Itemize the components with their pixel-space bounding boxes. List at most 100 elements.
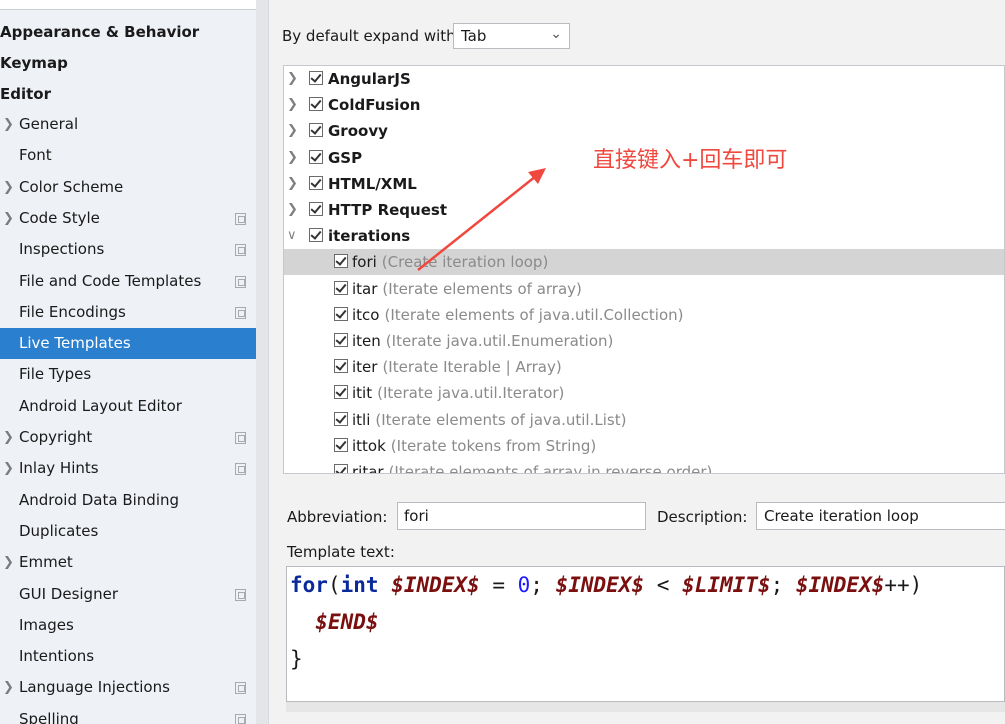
group-checkbox[interactable] [309, 97, 323, 112]
code-token: $INDEX$ [555, 573, 645, 597]
template-abbr-text: itco [352, 305, 380, 324]
copy-settings-icon [235, 463, 246, 476]
template-group-html-xml[interactable]: ❯ HTML/XML [284, 171, 1004, 197]
template-abbr-text: fori [352, 253, 377, 272]
sidebar-item-android-data-binding[interactable]: Android Data Binding [0, 485, 268, 516]
group-checkbox[interactable] [309, 202, 323, 216]
template-checkbox[interactable] [334, 359, 348, 374]
template-checkbox[interactable] [334, 385, 348, 400]
sidebar-item-editor[interactable]: Editor [0, 84, 51, 104]
chevron-right-icon[interactable]: ❯ [3, 547, 14, 578]
chevron-right-icon[interactable]: ❯ [3, 672, 14, 703]
sidebar-item-intentions[interactable]: Intentions [0, 641, 268, 672]
sidebar-item-file-and-code-templates[interactable]: File and Code Templates [0, 266, 268, 297]
template-checkbox[interactable] [334, 437, 348, 452]
group-checkbox[interactable] [309, 175, 323, 190]
sidebar-item-emmet[interactable]: ❯ Emmet [0, 547, 268, 578]
sidebar-item-inlay-hints[interactable]: ❯ Inlay Hints [0, 453, 268, 484]
template-abbreviation: itco (Iterate elements of java.util.Colle… [352, 302, 684, 328]
sidebar-item-gui-designer[interactable]: GUI Designer [0, 579, 268, 610]
code-token: ; [530, 573, 556, 597]
template-group-name: HTTP Request [328, 201, 447, 219]
code-token: = [479, 573, 518, 597]
live-templates-panel: By default expand with Tab ⌄ ❯ AngularJS ❯… [269, 0, 1005, 724]
copy-settings-icon [235, 682, 246, 695]
chevron-right-icon[interactable]: ❯ [287, 145, 298, 171]
sidebar-item-appearance-behavior[interactable]: Appearance & Behavior [0, 22, 199, 42]
template-description: (Iterate elements of array) [382, 279, 582, 298]
chevron-right-icon[interactable]: ❯ [3, 172, 14, 203]
code-token: int [340, 573, 379, 597]
sidebar-item-live-templates[interactable]: Live Templates [0, 328, 268, 360]
template-item-iter[interactable]: iter (Iterate Iterable | Array) [284, 354, 1004, 380]
chevron-right-icon[interactable]: ❯ [287, 118, 298, 144]
template-group-angularjs[interactable]: ❯ AngularJS [284, 66, 1004, 92]
template-item-iten[interactable]: iten (Iterate java.util.Enumeration) [284, 328, 1004, 354]
template-description: (Iterate java.util.Iterator) [377, 384, 565, 403]
template-item-itar[interactable]: itar (Iterate elements of array) [284, 276, 1004, 302]
template-item-itit[interactable]: itit (Iterate java.util.Iterator) [284, 380, 1004, 406]
chevron-right-icon[interactable]: ❯ [3, 453, 14, 484]
sidebar-scrollbar[interactable] [256, 0, 268, 724]
template-text-editor[interactable]: for(int $INDEX$ = 0; $INDEX$ < $LIMIT$; … [286, 566, 1005, 702]
sidebar-item-general[interactable]: ❯ General [0, 109, 268, 140]
template-item-itli[interactable]: itli (Iterate elements of java.util.List) [284, 407, 1004, 433]
group-checkbox[interactable] [309, 149, 323, 164]
template-group-name: GSP [328, 148, 363, 167]
sidebar-item-keymap[interactable]: Keymap [0, 53, 68, 73]
group-checkbox[interactable] [309, 71, 323, 85]
template-description: (Iterate elements of array in reverse or… [388, 463, 713, 474]
template-group-groovy[interactable]: ❯ Groovy [284, 118, 1004, 144]
template-item-fori[interactable]: fori (Create iteration loop) [284, 249, 1004, 276]
template-checkbox[interactable] [334, 254, 348, 269]
template-group-iterations[interactable]: ∨ iterations [284, 223, 1004, 249]
sidebar-item-file-encodings[interactable]: File Encodings [0, 297, 268, 328]
sidebar-item-label: Language Injections [19, 678, 170, 697]
expand-with-value: Tab [461, 27, 487, 45]
abbreviation-field[interactable]: fori [397, 502, 646, 530]
template-checkbox[interactable] [334, 306, 348, 321]
template-abbreviation: ittok (Iterate tokens from String) [352, 433, 596, 459]
group-checkbox[interactable] [309, 228, 323, 243]
chevron-right-icon[interactable]: ❯ [287, 92, 298, 118]
chevron-right-icon[interactable]: ❯ [3, 422, 14, 453]
template-checkbox[interactable] [334, 333, 348, 347]
template-checkbox[interactable] [334, 464, 348, 473]
template-item-itco[interactable]: itco (Iterate elements of java.util.Colle… [284, 302, 1004, 328]
template-checkbox[interactable] [334, 411, 348, 426]
description-field[interactable]: Create iteration loop [756, 502, 1005, 530]
sidebar-item-images[interactable]: Images [0, 610, 268, 641]
sidebar-item-inspections[interactable]: Inspections [0, 234, 268, 265]
chevron-right-icon[interactable]: ❯ [3, 109, 14, 140]
chevron-right-icon[interactable]: ❯ [3, 203, 14, 234]
template-item-ritar[interactable]: ritar (Iterate elements of array in rever… [284, 459, 1004, 474]
template-group-coldfusion[interactable]: ❯ ColdFusion [284, 92, 1004, 118]
chevron-down-icon: ⌄ [550, 26, 562, 42]
copy-settings-icon [235, 212, 246, 225]
template-horizontal-scrollbar[interactable] [286, 702, 1005, 712]
settings-search-input[interactable] [0, 0, 262, 10]
sidebar-item-copyright[interactable]: ❯ Copyright [0, 422, 268, 453]
chevron-down-icon[interactable]: ∨ [287, 223, 297, 249]
sidebar-item-spelling[interactable]: Spelling [0, 704, 268, 724]
template-checkbox[interactable] [334, 280, 348, 295]
sidebar-item-label: Code Style [19, 208, 100, 227]
sidebar-item-language-injections[interactable]: ❯ Language Injections [0, 672, 268, 703]
template-item-ittok[interactable]: ittok (Iterate tokens from String) [284, 433, 1004, 459]
sidebar-item-code-style[interactable]: ❯ Code Style [0, 203, 268, 234]
sidebar-item-label: Live Templates [19, 334, 131, 353]
template-group-http-request[interactable]: ❯ HTTP Request [284, 197, 1004, 223]
sidebar-item-file-types[interactable]: File Types [0, 359, 268, 390]
group-checkbox[interactable] [309, 123, 323, 138]
sidebar-item-android-layout-editor[interactable]: Android Layout Editor [0, 391, 268, 422]
copy-settings-icon [235, 588, 246, 601]
expand-with-dropdown[interactable]: Tab ⌄ [453, 23, 570, 49]
sidebar-item-duplicates[interactable]: Duplicates [0, 516, 268, 547]
chevron-right-icon[interactable]: ❯ [287, 66, 298, 92]
templates-tree[interactable]: ❯ AngularJS ❯ ColdFusion ❯ Groovy ❯ GSP ❯ HTML/XM… [283, 65, 1005, 474]
chevron-right-icon[interactable]: ❯ [287, 171, 298, 197]
chevron-right-icon[interactable]: ❯ [287, 197, 298, 223]
sidebar-item-font[interactable]: Font [0, 140, 268, 171]
sidebar-item-color-scheme[interactable]: ❯ Color Scheme [0, 172, 268, 203]
template-abbr-text: itli [352, 410, 371, 429]
